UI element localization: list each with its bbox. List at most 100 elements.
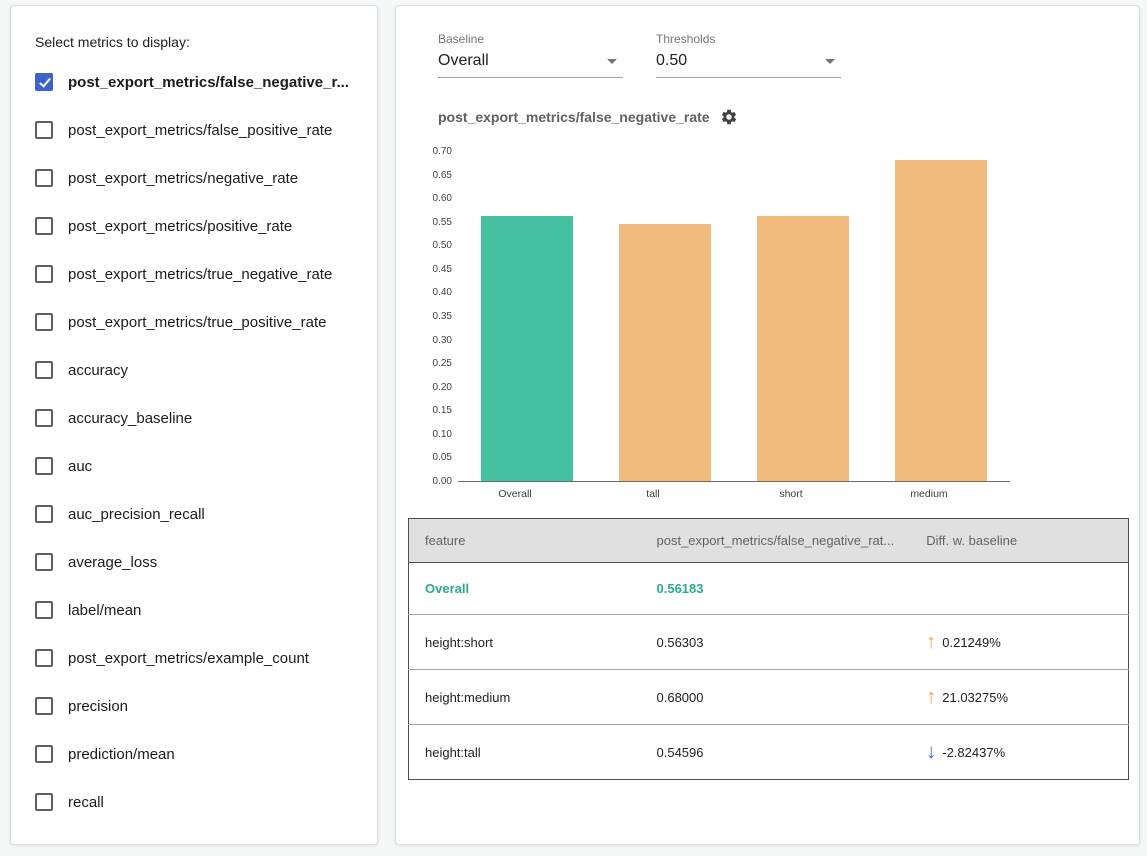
diff-value: 0.21249% <box>942 635 1001 650</box>
metric-checkbox-item[interactable]: post_export_metrics/example_count <box>35 634 365 682</box>
metric-label: label/mean <box>68 602 141 619</box>
metric-checkbox-item[interactable]: auc <box>35 442 365 490</box>
metric-checkbox-item[interactable]: post_export_metrics/false_positive_rate <box>35 106 365 154</box>
y-tick-label: 0.30 <box>433 335 452 346</box>
y-tick-label: 0.25 <box>433 358 452 369</box>
y-tick-label: 0.20 <box>433 382 452 393</box>
metric-label: average_loss <box>68 554 157 571</box>
y-axis: 0.000.050.100.150.200.250.300.350.400.45… <box>420 152 458 482</box>
x-tick-label: tall <box>584 482 722 500</box>
checkbox-unchecked-icon[interactable] <box>35 745 53 763</box>
metric-checkbox-item[interactable]: post_export_metrics/true_positive_rate <box>35 298 365 346</box>
x-tick-label: short <box>722 482 860 500</box>
bar-slot <box>596 152 734 481</box>
diff-value: -2.82437% <box>942 745 1005 760</box>
metric-checkbox-item[interactable]: label/mean <box>35 586 365 634</box>
metric-label: post_export_metrics/positive_rate <box>68 218 292 235</box>
checkbox-unchecked-icon[interactable] <box>35 121 53 139</box>
checkbox-unchecked-icon[interactable] <box>35 553 53 571</box>
metric-label: post_export_metrics/false_positive_rate <box>68 122 332 139</box>
bar-short[interactable] <box>757 216 849 481</box>
metric-list: post_export_metrics/false_negative_r...p… <box>35 58 365 826</box>
metric-checkbox-item[interactable]: precision <box>35 682 365 730</box>
table-row[interactable]: height:short0.56303↑0.21249% <box>409 615 1129 670</box>
metric-checkbox-item[interactable]: accuracy_baseline <box>35 394 365 442</box>
metric-label: post_export_metrics/negative_rate <box>68 170 298 187</box>
chevron-down-icon <box>825 59 835 64</box>
metric-label: accuracy_baseline <box>68 410 192 427</box>
table-row[interactable]: height:tall0.54596↓-2.82437% <box>409 725 1129 780</box>
checkbox-unchecked-icon[interactable] <box>35 601 53 619</box>
baseline-value-box[interactable]: Overall <box>438 46 623 78</box>
bar-slot <box>734 152 872 481</box>
metric-label: accuracy <box>68 362 128 379</box>
metric-label: post_export_metrics/true_negative_rate <box>68 266 332 283</box>
metric-checkbox-item[interactable]: post_export_metrics/positive_rate <box>35 202 365 250</box>
metric-select-panel: Select metrics to display: post_export_m… <box>10 5 378 845</box>
checkbox-unchecked-icon[interactable] <box>35 313 53 331</box>
diff-cell: ↑0.21249% <box>910 615 1128 670</box>
baseline-select[interactable]: Baseline Overall <box>438 32 623 78</box>
metric-value-cell: 0.56303 <box>641 615 911 670</box>
x-tick-label: medium <box>860 482 998 500</box>
checkbox-unchecked-icon[interactable] <box>35 169 53 187</box>
checkbox-unchecked-icon[interactable] <box>35 217 53 235</box>
table-header-row: feature post_export_metrics/false_negati… <box>409 519 1129 563</box>
bar-tall[interactable] <box>619 224 711 481</box>
checkbox-unchecked-icon[interactable] <box>35 649 53 667</box>
thresholds-label: Thresholds <box>656 32 841 46</box>
col-header-diff: Diff. w. baseline <box>910 519 1128 563</box>
bar-slot <box>872 152 1010 481</box>
checkbox-unchecked-icon[interactable] <box>35 505 53 523</box>
arrow-down-icon: ↓ <box>926 743 936 761</box>
diff-cell: ↓ -2.82437% <box>910 725 1128 780</box>
metric-label: auc <box>68 458 92 475</box>
metric-label: precision <box>68 698 128 715</box>
metric-checkbox-item[interactable]: post_export_metrics/false_negative_r... <box>35 58 365 106</box>
metric-checkbox-item[interactable]: accuracy <box>35 346 365 394</box>
checkbox-unchecked-icon[interactable] <box>35 361 53 379</box>
metric-checkbox-item[interactable]: average_loss <box>35 538 365 586</box>
y-tick-label: 0.55 <box>433 217 452 228</box>
chart-header: post_export_metrics/false_negative_rate <box>438 108 1127 126</box>
y-tick-label: 0.15 <box>433 405 452 416</box>
metric-checkbox-item[interactable]: auc_precision_recall <box>35 490 365 538</box>
y-tick-label: 0.40 <box>433 287 452 298</box>
y-tick-label: 0.05 <box>433 452 452 463</box>
bar-medium[interactable] <box>895 160 987 481</box>
baseline-value: Overall <box>438 52 489 70</box>
checkbox-unchecked-icon[interactable] <box>35 697 53 715</box>
metric-checkbox-item[interactable]: post_export_metrics/negative_rate <box>35 154 365 202</box>
thresholds-select[interactable]: Thresholds 0.50 <box>656 32 841 78</box>
table-row[interactable]: Overall0.56183 <box>409 563 1129 615</box>
metric-checkbox-item[interactable]: post_export_metrics/true_negative_rate <box>35 250 365 298</box>
bar-chart: 0.000.050.100.150.200.250.300.350.400.45… <box>420 152 1127 482</box>
diff-cell: ↑ 21.03275% <box>910 670 1128 725</box>
thresholds-value-box[interactable]: 0.50 <box>656 46 841 78</box>
feature-cell: height:medium <box>409 670 641 725</box>
results-panel: Baseline Overall Thresholds 0.50 post_ex… <box>395 5 1140 845</box>
diff-cell <box>910 563 1128 615</box>
checkbox-unchecked-icon[interactable] <box>35 457 53 475</box>
diff-value: 21.03275% <box>942 690 1008 705</box>
metric-checkbox-item[interactable]: recall <box>35 778 365 826</box>
checkbox-unchecked-icon[interactable] <box>35 793 53 811</box>
checkbox-unchecked-icon[interactable] <box>35 409 53 427</box>
metric-label: post_export_metrics/false_negative_r... <box>68 74 349 91</box>
metric-label: post_export_metrics/example_count <box>68 650 309 667</box>
feature-cell: Overall <box>409 563 641 615</box>
baseline-label: Baseline <box>438 32 623 46</box>
y-tick-label: 0.45 <box>433 264 452 275</box>
y-tick-label: 0.60 <box>433 193 452 204</box>
feature-cell: height:tall <box>409 725 641 780</box>
checkbox-unchecked-icon[interactable] <box>35 265 53 283</box>
plot-area <box>458 152 1010 482</box>
col-header-metric: post_export_metrics/false_negative_rat..… <box>641 519 911 563</box>
arrow-up-icon: ↑ <box>926 688 936 706</box>
metric-value-cell: 0.56183 <box>641 563 911 615</box>
bar-overall[interactable] <box>481 216 573 481</box>
settings-gear-icon[interactable] <box>720 108 738 126</box>
table-row[interactable]: height:medium0.68000↑21.03275% <box>409 670 1129 725</box>
metric-checkbox-item[interactable]: prediction/mean <box>35 730 365 778</box>
checkbox-checked-icon[interactable] <box>35 73 53 91</box>
